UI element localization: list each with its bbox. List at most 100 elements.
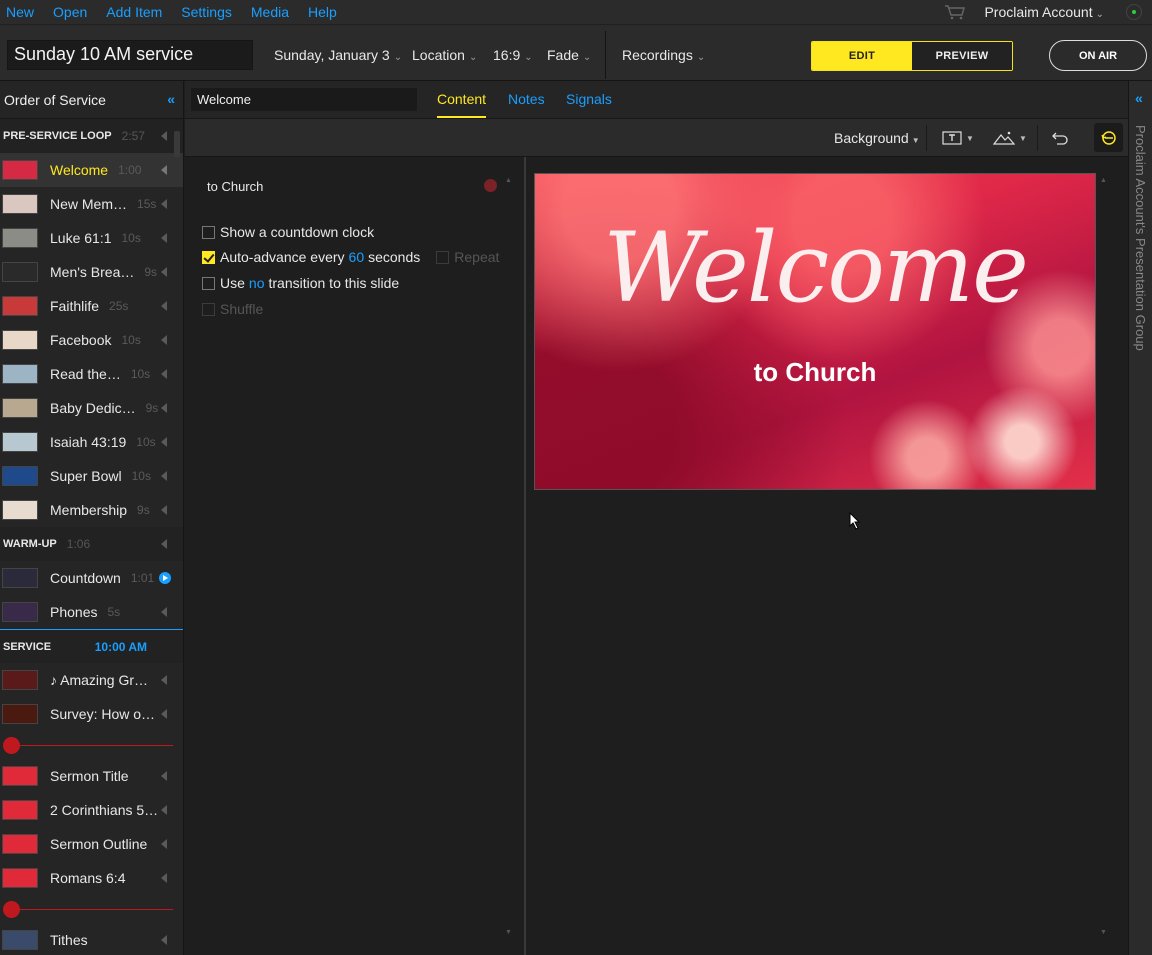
sidebar-item-membership[interactable]: Membership 9s [0,493,183,527]
go-to-item-icon[interactable] [161,199,167,209]
sidebar-item-super-bowl[interactable]: Super Bowl 10s [0,459,183,493]
transition-option[interactable]: Use no transition to this slide [202,275,399,291]
go-to-item-icon[interactable] [161,369,167,379]
location-dropdown[interactable]: Location ⌄ [412,47,477,63]
slide-headline[interactable]: Welcome [535,212,1095,324]
tab-signals[interactable]: Signals [566,91,612,107]
scroll-down-icon[interactable]: ▼ [505,929,512,936]
play-section-icon[interactable] [161,539,167,549]
slide-text-label[interactable]: to Church [207,179,263,194]
sidebar-item-isaiah-43-19[interactable]: Isaiah 43:19 10s [0,425,183,459]
sidebar-item-baby-dedic[interactable]: Baby Dedic… 9s [0,391,183,425]
sidebar-item-phones[interactable]: Phones 5s [0,595,183,629]
menu-new[interactable]: New [6,4,34,20]
text-box-tool[interactable]: ▼ [942,129,974,147]
sidebar-item-welcome[interactable]: Welcome 1:00 [0,153,183,187]
sidebar-item-romans-6-4[interactable]: Romans 6:4 [0,861,183,895]
go-to-item-icon[interactable] [161,505,167,515]
go-to-item-icon[interactable] [161,771,167,781]
sidebar-item-luke-61-1[interactable]: Luke 61:1 10s [0,221,183,255]
section-warm-up[interactable]: WARM-UP 1:06 [0,527,183,561]
sidebar-item-survey-how-o[interactable]: Survey: How o… [0,697,183,731]
presentation-group-title[interactable]: Proclaim Account's Presentation Group [1133,125,1148,351]
repeat-checkbox[interactable] [436,250,450,264]
go-to-item-icon[interactable] [161,607,167,617]
sidebar-item-read-the[interactable]: Read the… 10s [0,357,183,391]
shuffle-option[interactable]: Shuffle [202,301,263,317]
item-name-input[interactable]: Welcome [191,88,417,111]
go-to-item-icon[interactable] [161,267,167,277]
tab-content[interactable]: Content [437,91,487,118]
countdown-option[interactable]: Show a countdown clock [202,224,374,240]
image-tool[interactable]: ▼ [993,129,1027,147]
transition-value-link[interactable]: no [249,275,265,291]
sidebar-item-facebook[interactable]: Facebook 10s [0,323,183,357]
tab-notes[interactable]: Notes [508,91,545,107]
section-start-time[interactable]: 10:00 AM [95,640,147,654]
sidebar-scrollbar[interactable] [174,131,180,157]
recording-start-marker[interactable] [0,731,183,759]
shuffle-checkbox[interactable] [202,302,215,316]
sidebar-item-new-mem[interactable]: New Mem… 15s [0,187,183,221]
go-to-item-icon[interactable] [161,165,167,175]
go-to-item-icon[interactable] [161,233,167,243]
record-indicator-icon[interactable] [484,179,497,192]
go-to-item-icon[interactable] [161,839,167,849]
recordings-dropdown[interactable]: Recordings ⌄ [622,47,705,63]
cart-icon[interactable] [944,4,966,20]
go-to-item-icon[interactable] [161,301,167,311]
go-to-item-icon[interactable] [161,437,167,447]
stop-icon [3,901,20,918]
connection-status-icon[interactable] [1126,4,1142,20]
auto-advance-seconds-value[interactable]: 60 [349,249,365,265]
transition-dropdown[interactable]: Fade ⌄ [547,47,591,63]
sidebar-item-faithlife[interactable]: Faithlife 25s [0,289,183,323]
go-to-item-icon[interactable] [161,335,167,345]
aspect-dropdown[interactable]: 16:9 ⌄ [493,47,533,63]
sidebar-item-sermon-outline[interactable]: Sermon Outline [0,827,183,861]
undo-button[interactable] [1051,129,1069,147]
go-to-item-icon[interactable] [161,675,167,685]
service-title-input[interactable]: Sunday 10 AM service [7,40,253,70]
playing-icon[interactable] [159,572,171,584]
date-dropdown[interactable]: Sunday, January 3 ⌄ [274,47,402,63]
collapse-left-icon[interactable]: « [167,91,175,107]
section-service[interactable]: SERVICE 10:00 AM [0,629,183,663]
countdown-checkbox[interactable] [202,225,215,239]
menu-add-item[interactable]: Add Item [106,4,162,20]
account-menu[interactable]: Proclaim Account ⌄ [984,4,1104,20]
auto-advance-checkbox[interactable] [202,250,215,264]
on-air-button[interactable]: ON AIR [1049,40,1147,71]
go-to-item-icon[interactable] [161,805,167,815]
transition-checkbox[interactable] [202,276,215,290]
menu-help[interactable]: Help [308,4,337,20]
go-to-item-icon[interactable] [161,403,167,413]
go-to-item-icon[interactable] [161,935,167,945]
slide-preview[interactable]: Welcome to Church [534,173,1096,490]
edit-mode-button[interactable]: EDIT [812,42,912,70]
sidebar-item-tithes[interactable]: Tithes [0,923,183,955]
menu-media[interactable]: Media [251,4,289,20]
section-pre-service-loop[interactable]: PRE-SERVICE LOOP 2:57 [0,119,183,153]
recording-stop-marker[interactable] [0,895,183,923]
sidebar-item-men-s-brea[interactable]: Men's Brea… 9s [0,255,183,289]
sidebar-item-2-corinthians-5[interactable]: 2 Corinthians 5… [0,793,183,827]
go-to-item-icon[interactable] [161,471,167,481]
menu-open[interactable]: Open [53,4,87,20]
sidebar-item-amazing-gr[interactable]: ♪ Amazing Gr… [0,663,183,697]
auto-advance-option[interactable]: Auto-advance every 60 seconds Repeat [202,249,499,265]
slide-subline[interactable]: to Church [535,357,1095,388]
background-dropdown[interactable]: Background ▼ [834,130,920,146]
sync-button[interactable] [1094,123,1123,152]
collapse-right-icon[interactable]: « [1135,90,1143,106]
play-section-icon[interactable] [161,131,167,141]
scroll-up-icon[interactable]: ▲ [505,177,512,184]
sidebar-item-sermon-title[interactable]: Sermon Title [0,759,183,793]
preview-mode-button[interactable]: PREVIEW [912,42,1012,70]
go-to-item-icon[interactable] [161,709,167,719]
menu-settings[interactable]: Settings [181,4,232,20]
scroll-up-icon[interactable]: ▲ [1100,177,1107,184]
scroll-down-icon[interactable]: ▼ [1100,929,1107,936]
sidebar-item-countdown[interactable]: Countdown 1:01 [0,561,183,595]
go-to-item-icon[interactable] [161,873,167,883]
